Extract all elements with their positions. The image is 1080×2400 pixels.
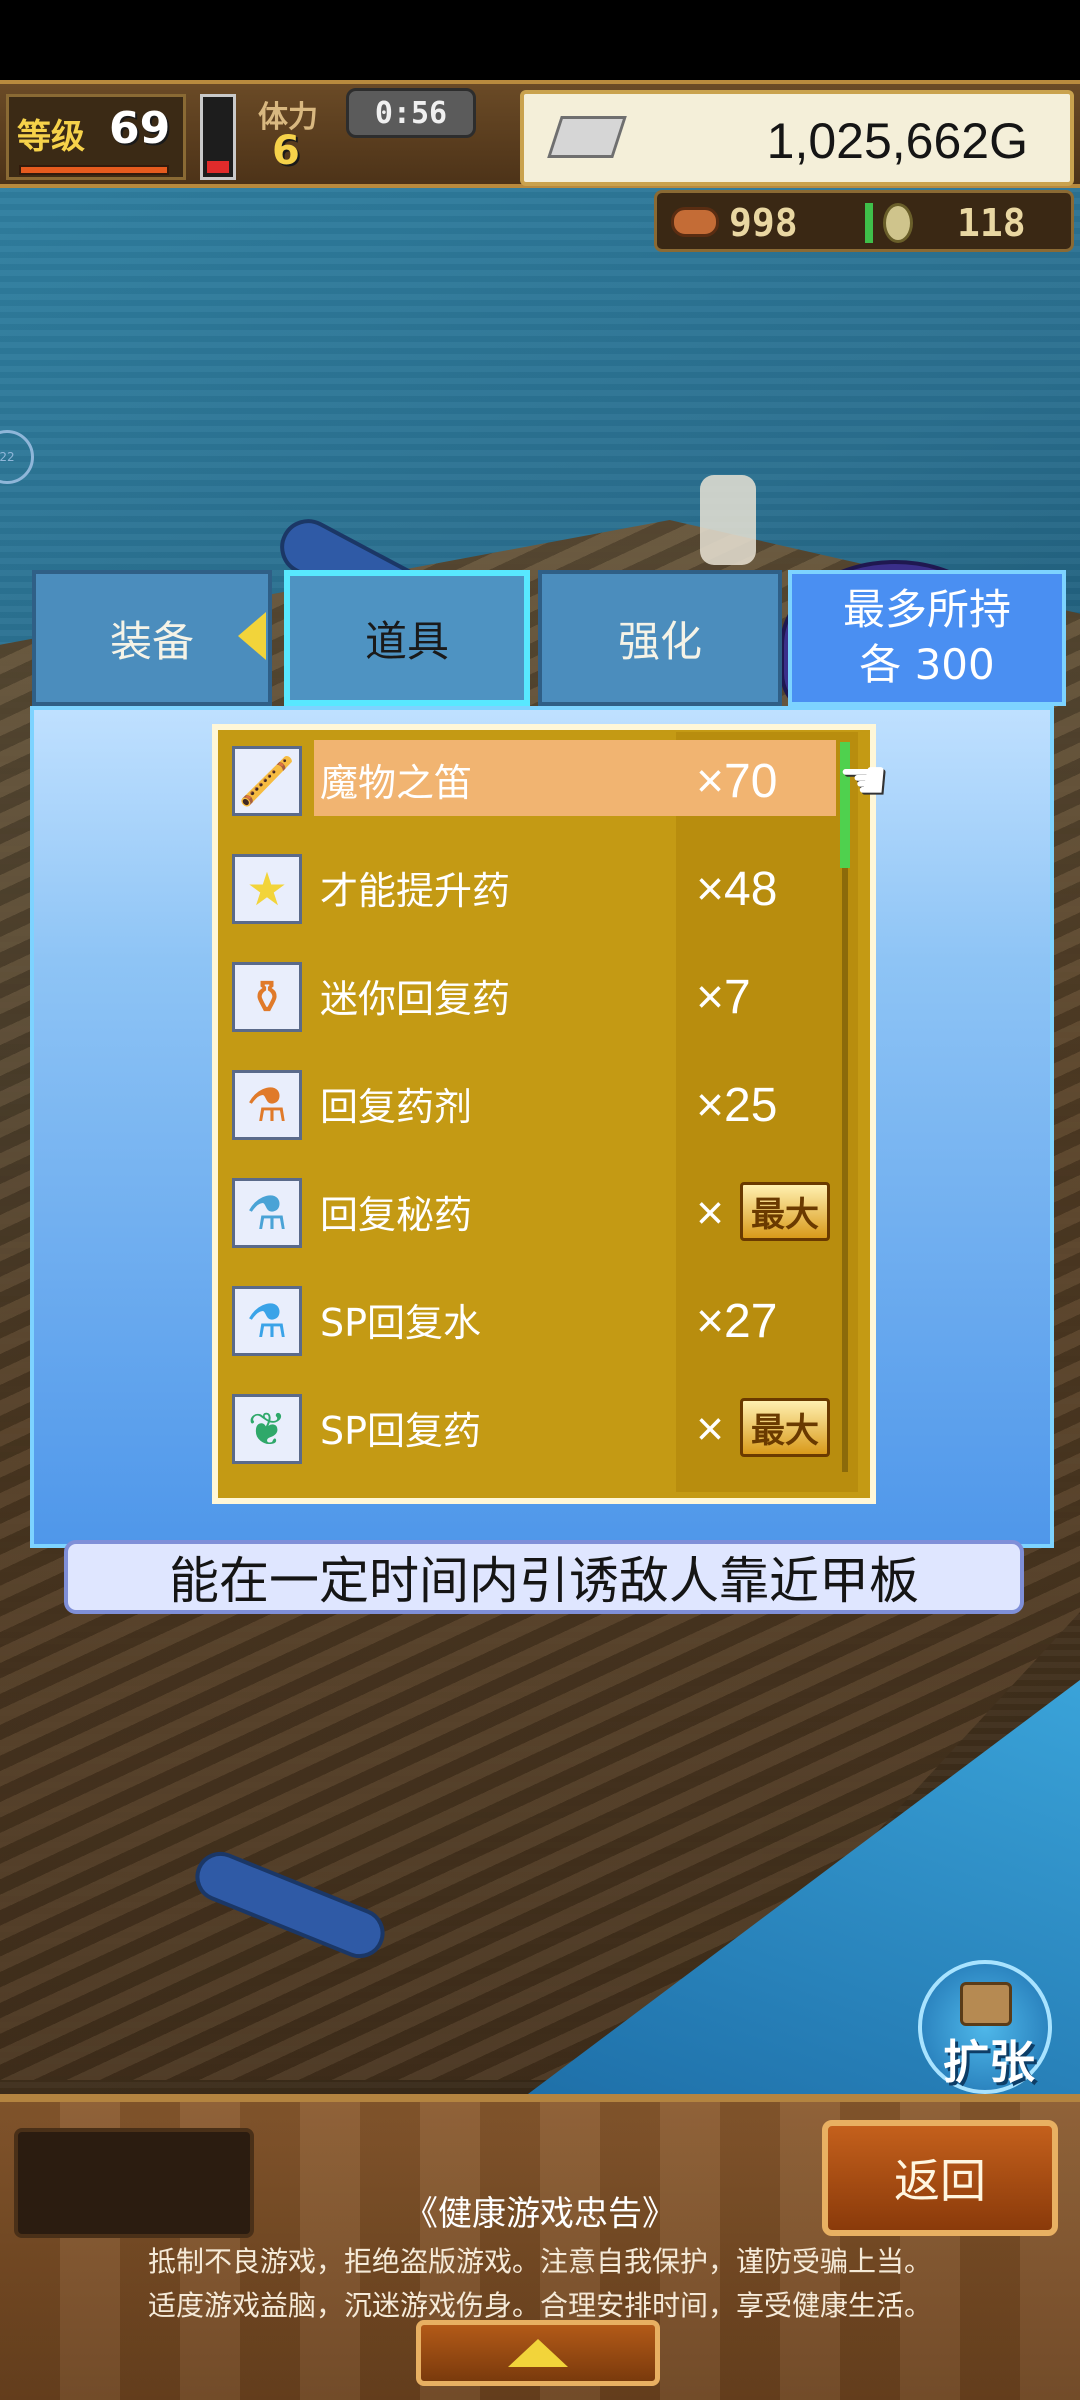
resource-bar: 998 118 <box>654 190 1074 252</box>
lantern <box>700 475 756 565</box>
expand-button[interactable]: 扩张 <box>918 1960 1052 2094</box>
item-name: SP回复药 <box>320 1409 482 1453</box>
stamina-meter <box>200 94 236 180</box>
item-name: SP回复水 <box>320 1301 482 1345</box>
list-item[interactable]: ❦ SP回复药 × 最大 <box>226 1388 836 1476</box>
gold-panel: 1,025,662G <box>520 90 1074 186</box>
list-item[interactable]: ⚱ 迷你回复药 ×7 <box>226 956 836 1044</box>
small-potion-icon: ⚱ <box>232 962 302 1032</box>
bag-icon <box>960 1982 1012 2026</box>
item-name: 才能提升药 <box>320 869 511 913</box>
silver-bar-icon <box>547 116 627 158</box>
max-hold-line1: 最多所持 <box>842 585 1011 635</box>
status-bar <box>0 0 1080 80</box>
potion-icon: ⚗ <box>232 1070 302 1140</box>
stamina-value: 6 <box>272 128 300 174</box>
list-item[interactable]: ⚗ 回复秘药 × 最大 <box>226 1172 836 1260</box>
health-advice-line-1: 抵制不良游戏，拒绝盗版游戏。注意自我保护，谨防受骗上当。 <box>147 2245 932 2278</box>
max-badge: 最大 <box>740 1182 830 1241</box>
level-value: 69 <box>109 103 171 154</box>
stamina-fill <box>207 161 229 173</box>
health-advice-line-2: 适度游戏益脑，沉迷游戏伤身。合理安排时间，享受健康生活。 <box>147 2289 932 2322</box>
list-item[interactable]: 🪈 魔物之笛 ×70 <box>226 740 836 828</box>
max-hold-line2: 各 300 <box>859 640 995 689</box>
item-name: 回复药剂 <box>320 1085 473 1129</box>
sp-water-icon: ⚗ <box>232 1286 302 1356</box>
medal-icon <box>883 203 913 243</box>
tab-equipment[interactable]: 装备 <box>32 570 272 706</box>
level-box: 等级 69 <box>6 94 186 180</box>
item-quantity: ×7 <box>696 971 751 1024</box>
tab-items[interactable]: 道具 <box>284 570 530 706</box>
item-quantity: ×27 <box>696 1295 778 1348</box>
secret-potion-icon: ⚗ <box>232 1178 302 1248</box>
flute-icon: 🪈 <box>232 746 302 816</box>
tab-enhance[interactable]: 强化 <box>538 570 782 706</box>
star-icon: ★ <box>232 854 302 924</box>
medal-count: 118 <box>957 201 1026 245</box>
max-badge: 最大 <box>740 1398 830 1457</box>
item-quantity: × <box>696 1187 725 1240</box>
item-name: 回复秘药 <box>320 1193 473 1237</box>
item-name: 迷你回复药 <box>320 977 511 1021</box>
arrow-up-icon <box>508 2339 568 2367</box>
expand-label: 扩张 <box>943 2035 1035 2089</box>
list-item[interactable]: ⚗ SP回复水 ×27 <box>226 1280 836 1368</box>
sp-herb-icon: ❦ <box>232 1394 302 1464</box>
item-quantity: × <box>696 1403 725 1456</box>
stamina-timer: 0:56 <box>346 88 476 138</box>
item-description: 能在一定时间内引诱敌人靠近甲板 <box>64 1540 1024 1614</box>
hand-pointer-icon: ☚ <box>838 748 889 813</box>
meat-count: 998 <box>729 201 798 245</box>
list-item[interactable]: ⚗ 回复药剂 ×25 <box>226 1064 836 1152</box>
meat-icon <box>671 207 719 237</box>
gold-value: 1,025,662G <box>766 113 1028 169</box>
item-quantity: ×70 <box>696 755 778 808</box>
level-label: 等级 <box>17 117 85 157</box>
hud-bar: 等级 69 体力 6 0:56 1,025,662G <box>0 80 1080 188</box>
health-advice-title: 《健康游戏忠告》 <box>404 2194 676 2234</box>
item-quantity: ×48 <box>696 863 778 916</box>
max-hold-info: 最多所持 各 300 <box>788 570 1066 706</box>
item-quantity: ×25 <box>696 1079 778 1132</box>
expand-up-button[interactable] <box>416 2320 660 2386</box>
list-item[interactable]: ★ 才能提升药 ×48 <box>226 848 836 936</box>
experience-bar <box>19 165 169 175</box>
resource-divider <box>865 203 873 243</box>
item-name: 魔物之笛 <box>320 761 473 805</box>
triangle-left-icon[interactable] <box>238 612 266 660</box>
